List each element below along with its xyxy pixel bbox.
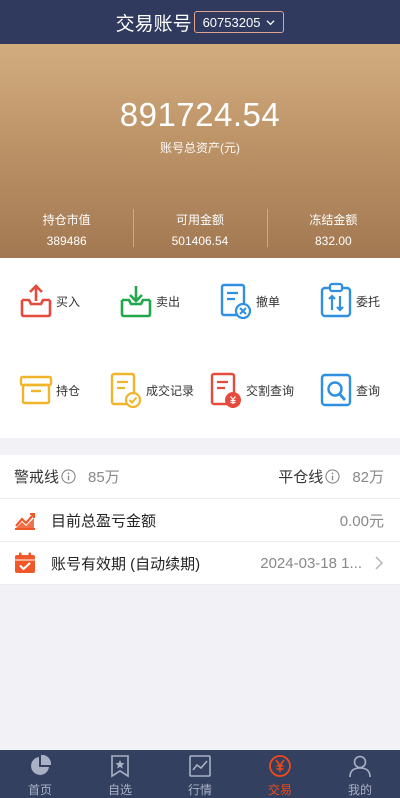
page-title: 交易账号 [115,13,192,35]
account-selector[interactable]: 60753205 [193,11,285,33]
bottom-tab-bar: 首页 自选 行情 交易 我的 [0,750,400,798]
stat-label: 可用金额 [175,213,224,227]
tab-label: 我的 [347,783,372,797]
chevron-down-icon [266,19,275,25]
cancel-order-icon [220,283,252,320]
account-info-panel: 警戒线 85万 平仓线 82万 目前总盈亏金额 0.00元 账号有效期 (自动续… [0,455,400,585]
calendar-icon [15,552,35,573]
stat-label: 持仓市值 [42,213,91,227]
action-entrust[interactable]: 委托 [318,282,380,320]
stat-value: 832.00 [314,234,352,248]
action-label: 查询 [356,383,381,398]
close-line-value: 82万 [352,469,384,486]
trade-actions-grid: 买入 卖出 撤单 委托 持仓 成交记录 交割查询 查询 [0,258,400,438]
action-delivery-query[interactable]: 交割查询 [208,371,294,409]
stat-position-value: 持仓市值 389486 [0,209,133,249]
action-label: 撤单 [256,294,281,309]
action-query[interactable]: 查询 [318,371,380,409]
close-line[interactable]: 平仓线 82万 [278,466,384,487]
action-label: 买入 [56,294,81,309]
info-icon[interactable] [61,469,76,484]
action-label: 委托 [356,294,381,309]
stat-value: 501406.54 [171,234,229,248]
query-icon [320,373,352,407]
deal-record-icon [110,372,142,409]
pnl-row: 目前总盈亏金额 0.00元 [0,499,400,542]
tab-home[interactable]: 首页 [0,750,80,798]
position-icon [19,375,53,405]
action-sell[interactable]: 卖出 [118,282,180,320]
tab-label: 自选 [107,783,132,797]
action-label: 卖出 [156,294,181,309]
action-label: 持仓 [56,383,81,398]
pnl-value: 0.00元 [339,512,384,530]
tab-mine[interactable]: 我的 [320,750,400,798]
warning-line-label: 警戒线 [14,469,60,486]
top-bar: 交易账号 60753205 [0,0,400,44]
risk-lines-row: 警戒线 85万 平仓线 82万 [0,455,400,499]
yen-circle-icon [269,755,291,777]
entrust-icon [320,282,352,318]
stat-value: 389486 [46,234,87,248]
warning-line-value: 85万 [88,469,120,486]
action-cancel-order[interactable]: 撤单 [218,282,280,320]
market-chart-icon [189,755,211,777]
delivery-query-icon [210,372,241,408]
validity-value: 2024-03-18 1... [260,554,362,572]
bookmark-star-icon [111,755,129,778]
action-label: 交割查询 [246,383,295,398]
tab-watchlist[interactable]: 自选 [80,750,160,798]
pnl-label: 目前总盈亏金额 [51,512,157,530]
tab-label: 首页 [27,783,52,797]
validity-row[interactable]: 账号有效期 (自动续期) 2024-03-18 1... [0,542,400,585]
total-assets-label: 账号总资产(元) [160,141,240,155]
action-deal-record[interactable]: 成交记录 [108,371,194,409]
warning-line[interactable]: 警戒线 85万 [14,466,120,487]
tab-trade[interactable]: 交易 [240,750,320,798]
asset-stats: 持仓市值 389486 可用金额 501406.54 冻结金额 832.00 [0,209,400,249]
action-label: 成交记录 [146,383,195,398]
stat-available: 可用金额 501406.54 [133,209,266,249]
validity-label: 账号有效期 (自动续期) [51,555,201,573]
asset-summary: 891724.54 账号总资产(元) 持仓市值 389486 可用金额 5014… [0,44,400,258]
buy-icon [20,284,52,318]
tab-market[interactable]: 行情 [160,750,240,798]
close-line-label: 平仓线 [278,469,324,486]
user-icon [349,755,371,778]
action-position[interactable]: 持仓 [18,371,80,409]
total-assets-value: 891724.54 [119,96,281,133]
action-buy[interactable]: 买入 [18,282,80,320]
trend-chart-icon [15,513,35,530]
info-icon[interactable] [325,469,340,484]
sell-icon [120,286,152,318]
stat-frozen: 冻结金额 832.00 [266,209,400,249]
tab-label: 行情 [187,783,212,797]
tab-label: 交易 [267,783,292,797]
stat-label: 冻结金额 [309,213,358,227]
account-number: 60753205 [202,14,261,30]
home-pie-icon [31,754,52,775]
chevron-right-icon [375,556,384,570]
